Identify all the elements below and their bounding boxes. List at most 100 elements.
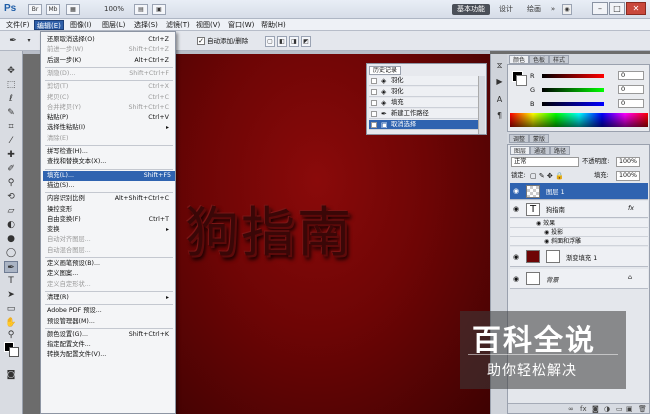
color-background-swatch[interactable] bbox=[516, 75, 527, 86]
edit-menu-item[interactable]: 清理(R) ▸ bbox=[47, 293, 173, 303]
eraser-tool-icon[interactable]: ▱ bbox=[4, 205, 18, 217]
zoom-tool-icon[interactable]: ⚲ bbox=[4, 329, 18, 341]
edit-menu-item[interactable]: 剪切(T) Ctrl+X bbox=[47, 82, 173, 92]
menu-filter[interactable]: 滤镜(T) bbox=[164, 20, 192, 30]
visibility-eye-icon[interactable]: ◉ bbox=[513, 275, 521, 283]
gradient-tool-icon[interactable]: ◐ bbox=[4, 219, 18, 231]
path-intersect-icon[interactable]: ◨ bbox=[289, 36, 299, 47]
extras-icon[interactable]: ▦ bbox=[66, 4, 80, 15]
actions-panel-icon[interactable]: ▶ bbox=[494, 76, 505, 87]
blur-tool-icon[interactable]: ● bbox=[4, 233, 18, 245]
tab-adjustments[interactable]: 调整 bbox=[509, 134, 530, 143]
edit-menu-item[interactable]: 定义自定形状... bbox=[47, 280, 173, 290]
dodge-tool-icon[interactable]: ◯ bbox=[4, 247, 18, 259]
close-button[interactable]: ✕ bbox=[626, 2, 646, 15]
tab-swatches[interactable]: 色板 bbox=[529, 55, 550, 64]
edit-menu-item[interactable]: 后退一步(K) Alt+Ctrl+Z bbox=[47, 56, 173, 66]
blue-value-input[interactable]: 0 bbox=[618, 99, 644, 108]
mini-bridge-icon[interactable]: Mb bbox=[46, 4, 60, 15]
edit-menu-item[interactable]: 选择性粘贴(I) ▸ bbox=[47, 123, 173, 133]
zoom-level[interactable]: 100% bbox=[98, 4, 130, 15]
effect-row[interactable]: ◉ 投影 bbox=[510, 228, 648, 237]
new-group-icon[interactable]: ▭ bbox=[616, 404, 623, 414]
hand-tool-icon[interactable]: ✋ bbox=[4, 317, 18, 329]
history-snapshot-checkbox[interactable] bbox=[371, 89, 377, 95]
visibility-eye-icon[interactable]: ◉ bbox=[513, 253, 521, 261]
edit-menu-item[interactable]: 还原取消选择(O) Ctrl+Z bbox=[47, 35, 173, 45]
link-layers-icon[interactable]: ∞ bbox=[568, 404, 574, 414]
path-exclude-icon[interactable]: ◩ bbox=[301, 36, 311, 47]
layer-row[interactable]: ◉ 图层 1 bbox=[510, 183, 648, 200]
healing-brush-tool-icon[interactable]: ✚ bbox=[4, 149, 18, 161]
visibility-eye-icon[interactable]: ◉ bbox=[513, 205, 521, 213]
history-row[interactable]: ✒ 新建工作路径 bbox=[369, 109, 480, 119]
minimize-button[interactable]: – bbox=[592, 2, 608, 15]
pen-tool-preset-icon[interactable]: ✒ bbox=[6, 35, 20, 47]
crop-tool-icon[interactable]: ⌗ bbox=[4, 121, 18, 133]
edit-menu-item[interactable]: 操控变形 bbox=[47, 205, 173, 215]
edit-menu-item[interactable]: 清除(E) bbox=[47, 134, 173, 144]
history-snapshot-checkbox[interactable] bbox=[371, 122, 377, 128]
edit-menu-item[interactable]: 合并拷贝(Y) Shift+Ctrl+C bbox=[47, 103, 173, 113]
tab-channels[interactable]: 通道 bbox=[530, 146, 551, 155]
history-tab[interactable]: 历史记录 bbox=[369, 66, 402, 75]
new-layer-icon[interactable]: ▣ bbox=[626, 404, 633, 414]
chevron-down-icon[interactable]: ▾ bbox=[22, 35, 36, 47]
menu-image[interactable]: 图像(I) bbox=[68, 20, 94, 30]
shape-tool-icon[interactable]: ▭ bbox=[4, 303, 18, 315]
edit-menu-item[interactable]: 粘贴(P) Ctrl+V bbox=[47, 113, 173, 123]
layer-row[interactable]: ◉ T 狗指南 fx bbox=[510, 201, 648, 218]
history-row-selected[interactable]: ▣ 取消选择 bbox=[369, 120, 480, 130]
path-subtract-icon[interactable]: ◧ bbox=[277, 36, 287, 47]
menu-layer[interactable]: 图层(L) bbox=[100, 20, 127, 30]
fill-input[interactable]: 100% bbox=[616, 171, 640, 181]
menu-view[interactable]: 视图(V) bbox=[194, 20, 222, 30]
history-scrollbar[interactable] bbox=[478, 76, 485, 134]
edit-menu-item[interactable]: 拷贝(C) Ctrl+C bbox=[47, 93, 173, 103]
edit-menu-item[interactable]: 转换为配置文件(V)... bbox=[47, 350, 173, 360]
history-row[interactable]: ◈ 羽化 bbox=[369, 87, 480, 97]
add-style-icon[interactable]: fx bbox=[580, 404, 587, 414]
edit-menu-item[interactable]: 定义图案... bbox=[47, 269, 173, 279]
eyedropper-tool-icon[interactable]: ⁄ bbox=[4, 135, 18, 147]
blue-slider[interactable] bbox=[542, 102, 604, 106]
type-tool-icon[interactable]: T bbox=[4, 275, 18, 287]
edit-menu-item[interactable]: 自由变换(F) Ctrl+T bbox=[47, 215, 173, 225]
lock-icons[interactable]: ▢ ✎ ✥ 🔒 bbox=[530, 171, 564, 181]
move-tool-icon[interactable]: ✥ bbox=[4, 65, 18, 77]
workspace-essentials[interactable]: 基本功能 bbox=[452, 4, 490, 15]
effect-row[interactable]: ◉ 斜面和浮雕 bbox=[510, 237, 648, 246]
tab-layers[interactable]: 图层 bbox=[510, 146, 531, 155]
edit-menu-item[interactable]: 定义画笔预设(B)... bbox=[47, 259, 173, 269]
quick-select-tool-icon[interactable]: ✎ bbox=[4, 107, 18, 119]
add-mask-icon[interactable]: ◙ bbox=[592, 404, 599, 414]
menu-edit[interactable]: 编辑(E) bbox=[34, 20, 64, 30]
edit-menu-item[interactable]: 渐隐(D)... Shift+Ctrl+F bbox=[47, 69, 173, 79]
opacity-input[interactable]: 100% bbox=[616, 157, 640, 167]
tab-styles[interactable]: 样式 bbox=[549, 55, 570, 64]
menu-window[interactable]: 窗口(W) bbox=[226, 20, 256, 30]
visibility-eye-icon[interactable]: ◉ bbox=[513, 187, 521, 195]
paragraph-panel-icon[interactable]: ¶ bbox=[494, 110, 505, 121]
path-selection-tool-icon[interactable]: ➤ bbox=[4, 289, 18, 301]
brush-tool-icon[interactable]: ✐ bbox=[4, 163, 18, 175]
tab-masks[interactable]: 蒙版 bbox=[529, 134, 550, 143]
red-slider[interactable] bbox=[542, 74, 604, 78]
tab-paths[interactable]: 路径 bbox=[550, 146, 571, 155]
green-slider[interactable] bbox=[542, 88, 604, 92]
layer-row[interactable]: ◉ 背景 ⌂ bbox=[510, 269, 648, 289]
layer-row[interactable]: ◉ 渐变填充 1 bbox=[510, 247, 648, 267]
blend-mode-select[interactable]: 正常 bbox=[511, 157, 579, 167]
history-brush-tool-icon[interactable]: ⟲ bbox=[4, 191, 18, 203]
workspace-design[interactable]: 设计 bbox=[494, 4, 518, 15]
tab-color[interactable]: 颜色 bbox=[509, 55, 530, 64]
edit-menu-item[interactable]: 描边(S)... bbox=[47, 181, 173, 191]
menu-select[interactable]: 选择(S) bbox=[132, 20, 160, 30]
path-add-icon[interactable]: ▢ bbox=[265, 36, 275, 47]
bridge-icon[interactable]: Br bbox=[28, 4, 42, 15]
history-row[interactable]: ◈ 羽化 bbox=[369, 76, 480, 86]
history-snapshot-checkbox[interactable] bbox=[371, 100, 377, 106]
green-value-input[interactable]: 0 bbox=[618, 85, 644, 94]
red-value-input[interactable]: 0 bbox=[618, 71, 644, 80]
edit-menu-item[interactable]: 自动对齐图层... bbox=[47, 235, 173, 245]
